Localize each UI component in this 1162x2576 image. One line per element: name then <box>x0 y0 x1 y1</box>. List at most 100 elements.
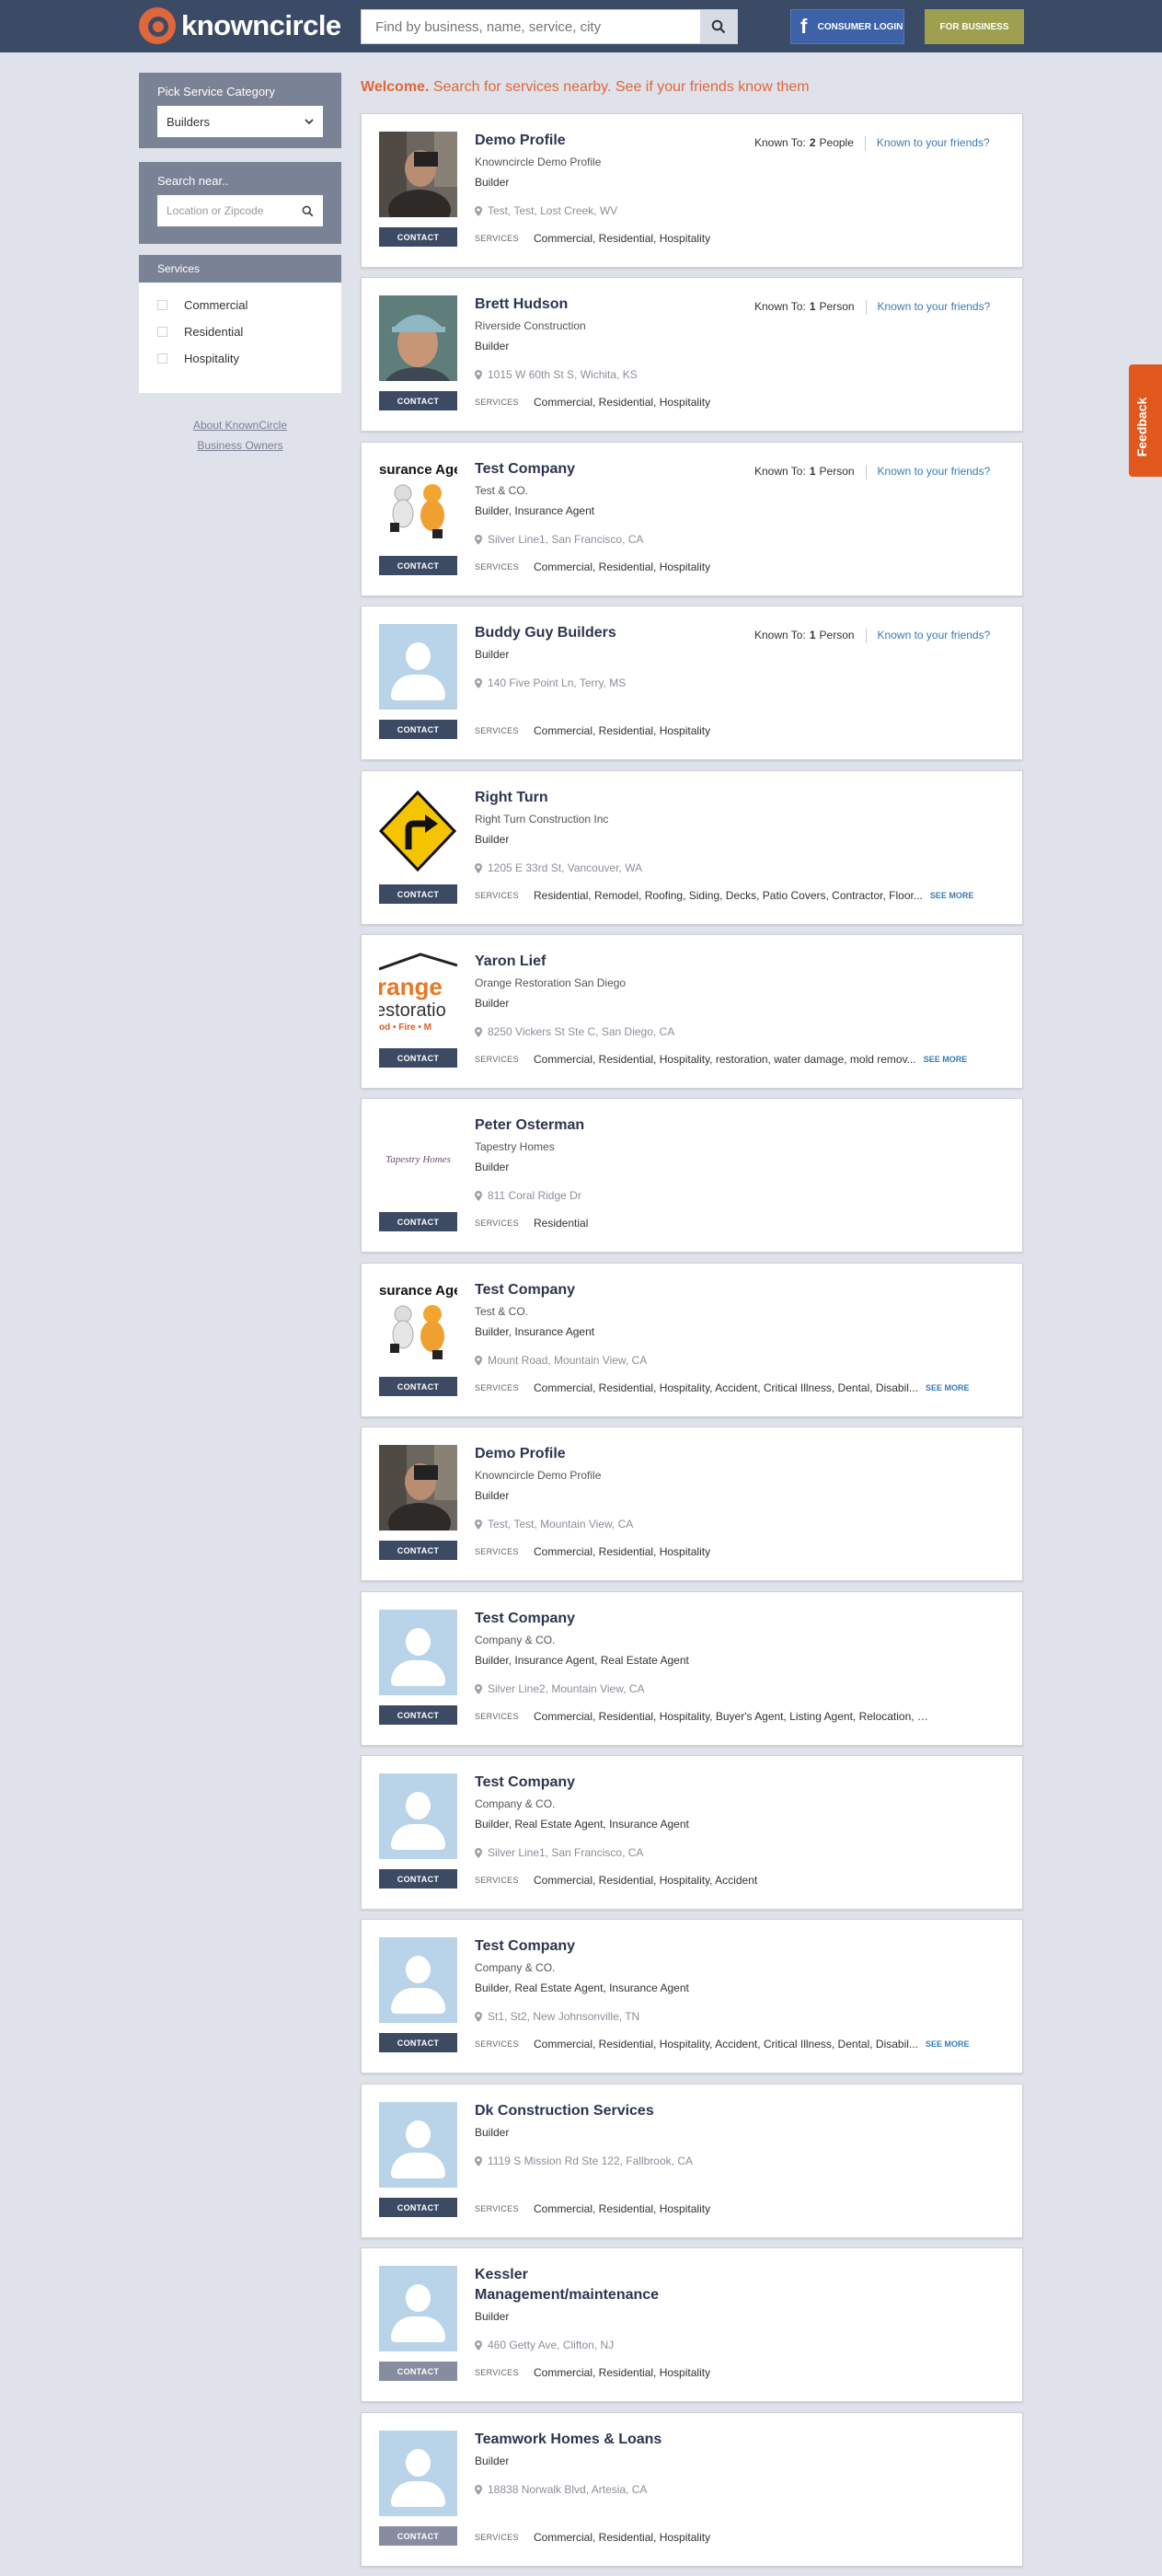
result-card[interactable]: CONTACT Demo Profile Knowncircle Demo Prof… <box>361 113 1023 268</box>
result-card[interactable]: CONTACT Test Company Company & CO. Builder,… <box>361 1755 1023 1910</box>
contact-button[interactable]: CONTACT <box>379 391 457 410</box>
result-card[interactable]: Tapestry Homes CONTACT Peter Osterman Tapes… <box>361 1098 1023 1253</box>
checkbox[interactable] <box>157 327 167 337</box>
contact-button[interactable]: CONTACT <box>379 1212 457 1231</box>
business-category: Builder, Insurance Agent <box>475 1325 595 1338</box>
search-input[interactable] <box>362 10 700 43</box>
result-card[interactable]: CONTACT Demo Profile Knowncircle Demo Prof… <box>361 1427 1023 1581</box>
business-name[interactable]: Demo Profile <box>475 1444 696 1464</box>
result-card[interactable]: CONTACT Brett Hudson Riverside Constructio… <box>361 277 1023 432</box>
filter-commercial[interactable]: Commercial <box>139 292 341 318</box>
business-photo[interactable] <box>379 295 457 381</box>
contact-button[interactable]: CONTACT <box>379 720 457 739</box>
services-label: SERVICES <box>475 2533 519 2542</box>
result-card[interactable]: CONTACT Right Turn Right Turn Construction… <box>361 770 1023 925</box>
business-name[interactable]: Right Turn <box>475 788 696 808</box>
business-name[interactable]: Test Company <box>475 1609 696 1629</box>
business-photo[interactable] <box>379 789 457 874</box>
feedback-tab[interactable]: Feedback <box>1129 364 1162 477</box>
business-name[interactable]: Buddy Guy Builders <box>475 623 696 643</box>
result-card[interactable]: CONTACT Test Company Company & CO. Builder,… <box>361 1919 1023 2074</box>
result-card[interactable]: range estoratio od • Fire • M CONTACT Yaron … <box>361 934 1023 1089</box>
contact-button[interactable]: CONTACT <box>379 2362 457 2381</box>
services-list: Commercial, Residential, Hospitality <box>534 232 711 245</box>
contact-button[interactable]: CONTACT <box>379 556 457 575</box>
services-label: SERVICES <box>475 1219 519 1228</box>
services-label: SERVICES <box>475 398 519 407</box>
result-card[interactable]: CONTACT Teamwork Homes & Loans Builder 1883… <box>361 2412 1023 2567</box>
location-input[interactable]: Location or Zipcode <box>167 204 263 217</box>
see-more-link[interactable]: SEE MORE <box>926 1381 970 1394</box>
known-to-friends-link[interactable]: Known to your friends? <box>878 629 991 643</box>
contact-button[interactable]: CONTACT <box>379 1541 457 1560</box>
filter-residential[interactable]: Residential <box>139 318 341 345</box>
contact-button[interactable]: CONTACT <box>379 227 457 247</box>
business-photo[interactable] <box>379 132 457 217</box>
see-more-link[interactable]: SEE MORE <box>924 1053 968 1066</box>
for-business-button[interactable]: FOR BUSINESS <box>925 9 1024 44</box>
business-name[interactable]: Test Company <box>475 1936 696 1957</box>
business-photo[interactable] <box>379 624 457 710</box>
result-card[interactable]: CONTACT Kessler Management/maintenance Bui… <box>361 2247 1023 2402</box>
business-photo[interactable] <box>379 1773 457 1859</box>
business-photo[interactable] <box>379 2266 457 2351</box>
contact-button[interactable]: CONTACT <box>379 2198 457 2217</box>
result-card[interactable]: surance Age CONTACT Test Company Test & CO.… <box>361 442 1023 596</box>
business-category: Builder, Insurance Agent <box>475 504 595 517</box>
business-photo[interactable]: surance Age <box>379 1281 457 1367</box>
checkbox[interactable] <box>157 353 167 364</box>
result-card[interactable]: CONTACT Buddy Guy Builders Builder 140 Five… <box>361 606 1023 760</box>
business-name[interactable]: Teamwork Homes & Loans <box>475 2430 696 2450</box>
result-card[interactable]: CONTACT Dk Construction Services Builder 11… <box>361 2084 1023 2238</box>
business-photo[interactable] <box>379 1610 457 1695</box>
result-card[interactable]: surance Age CONTACT Test Company Test & CO.… <box>361 1263 1023 1417</box>
business-name[interactable]: Test Company <box>475 459 696 479</box>
location-field[interactable]: Location or Zipcode <box>157 195 323 226</box>
see-more-link[interactable]: SEE MORE <box>926 2038 970 2050</box>
known-to-friends-link[interactable]: Known to your friends? <box>878 465 991 479</box>
known-to-friends-link[interactable]: Known to your friends? <box>877 136 990 151</box>
contact-button[interactable]: CONTACT <box>379 884 457 904</box>
business-owners-link[interactable]: Business Owners <box>139 439 341 452</box>
checkbox[interactable] <box>157 300 167 310</box>
business-photo[interactable]: surance Age <box>379 460 457 546</box>
search-icon[interactable] <box>302 205 314 217</box>
logo-line: range <box>379 973 443 1000</box>
business-photo[interactable] <box>379 2431 457 2516</box>
business-photo[interactable] <box>379 2102 457 2188</box>
business-name[interactable]: Test Company <box>475 1280 696 1300</box>
contact-button[interactable]: CONTACT <box>379 1869 457 1889</box>
contact-button[interactable]: CONTACT <box>379 1705 457 1725</box>
contact-button[interactable]: CONTACT <box>379 2526 457 2546</box>
business-photo[interactable]: Tapestry Homes <box>379 1116 457 1202</box>
business-photo[interactable] <box>379 1445 457 1531</box>
consumer-login-button[interactable]: f CONSUMER LOGIN <box>790 9 904 44</box>
category-select[interactable]: Builders <box>157 106 323 137</box>
contact-button[interactable]: CONTACT <box>379 2033 457 2052</box>
business-name[interactable]: Peter Osterman <box>475 1115 696 1136</box>
business-location: Test, Test, Mountain View, CA <box>475 1518 633 1531</box>
result-card[interactable]: CONTACT Test Company Company & CO. Builder,… <box>361 1591 1023 1746</box>
knowncircle-logo[interactable]: knowncircle <box>139 7 341 44</box>
see-more-link[interactable]: SEE MORE <box>930 889 974 902</box>
business-name[interactable]: Demo Profile <box>475 131 696 151</box>
about-knowncircle-link[interactable]: About KnownCircle <box>139 419 341 432</box>
contact-button[interactable]: CONTACT <box>379 1377 457 1396</box>
services-row: SERVICES Commercial, Residential, Hospita… <box>475 724 990 737</box>
known-to-info: Known To: 1 Person Known to your friends? <box>754 465 990 479</box>
services-list: Commercial, Residential, Hospitality <box>534 2531 711 2544</box>
business-photo[interactable]: range estoratio od • Fire • M <box>379 953 457 1038</box>
business-name[interactable]: Kessler Management/maintenance <box>475 2265 696 2305</box>
business-name[interactable]: Brett Hudson <box>475 295 696 315</box>
business-name[interactable]: Dk Construction Services <box>475 2101 696 2121</box>
known-to-friends-link[interactable]: Known to your friends? <box>878 300 991 315</box>
business-name[interactable]: Yaron Lief <box>475 952 696 972</box>
contact-button[interactable]: CONTACT <box>379 1048 457 1068</box>
filter-hospitality[interactable]: Hospitality <box>139 345 341 372</box>
business-photo[interactable] <box>379 1937 457 2023</box>
location-pin-icon <box>475 1190 482 1201</box>
company-name: Riverside Construction <box>475 319 586 332</box>
search-button[interactable] <box>700 10 737 43</box>
services-list: Commercial, Residential, Hospitality, Ac… <box>534 2038 918 2050</box>
business-name[interactable]: Test Company <box>475 1773 696 1793</box>
